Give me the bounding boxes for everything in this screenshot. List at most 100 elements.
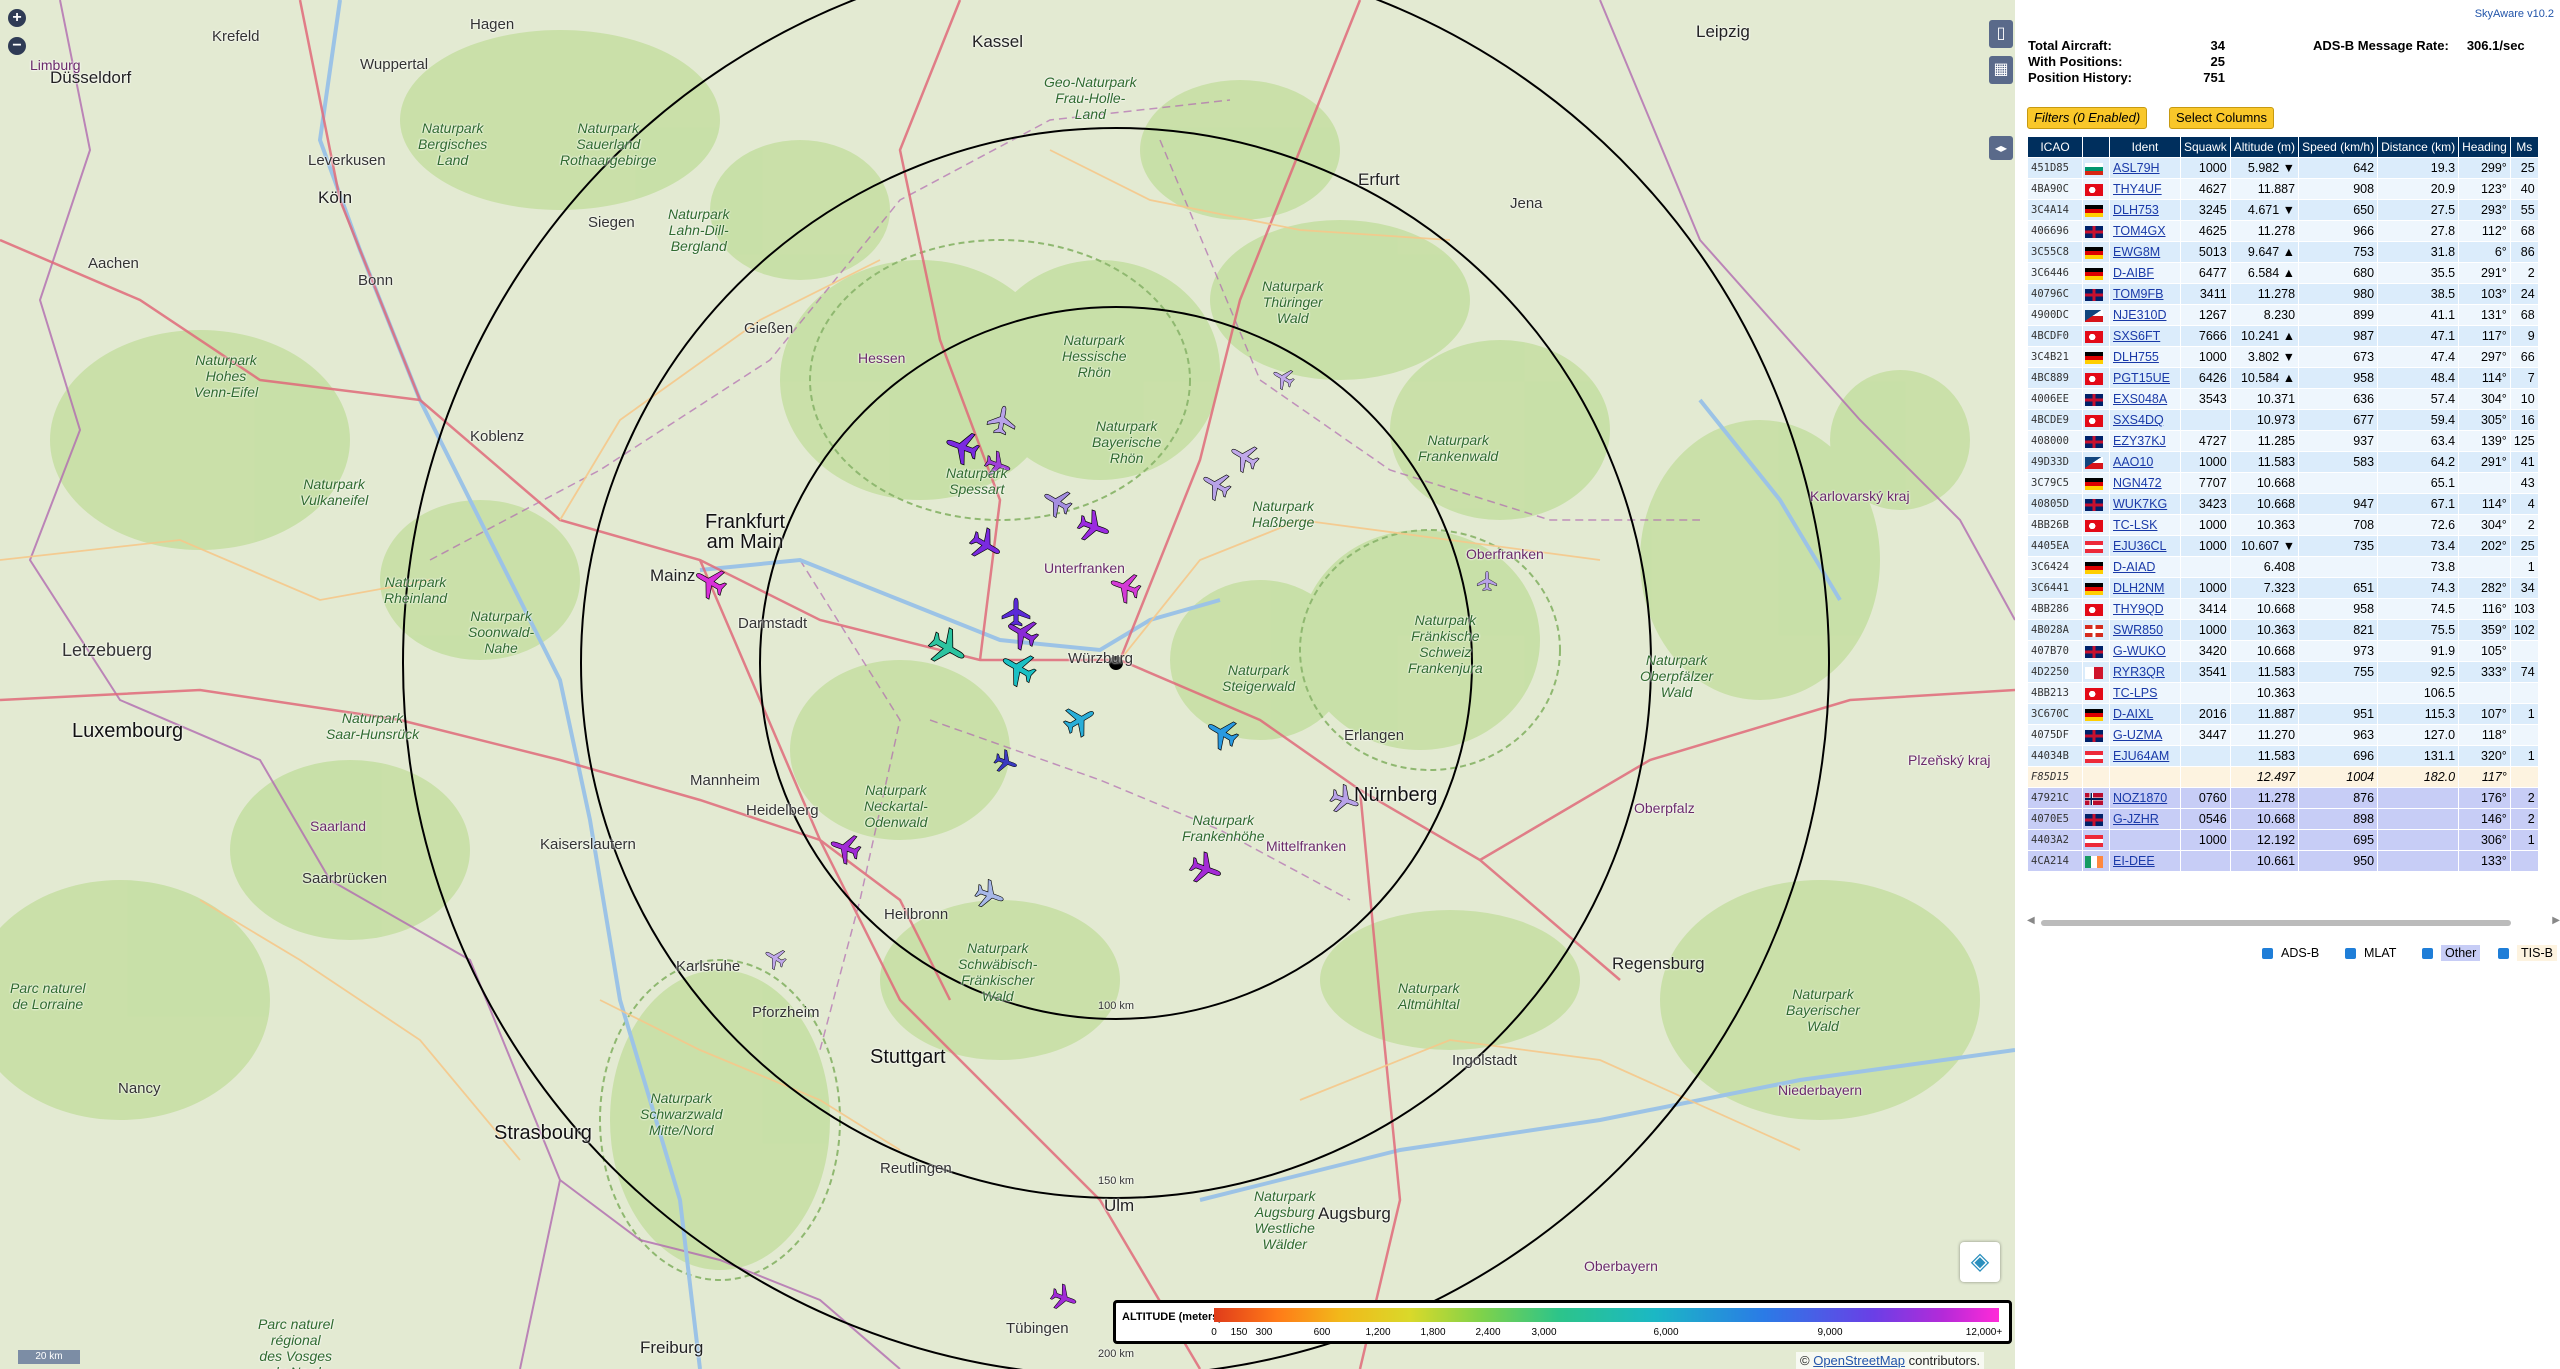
table-row[interactable]: 4D2250 RYR3QR 3541 11.583 755 92.5 333° 74	[2028, 662, 2538, 682]
aircraft-ident-link[interactable]: THY4UF	[2113, 182, 2162, 196]
aircraft-icao: 40805D	[2028, 494, 2082, 514]
table-row[interactable]: 4BCDE9 SXS4DQ 10.973 677 59.4 305° 16	[2028, 410, 2538, 430]
aircraft-ident-link[interactable]: SWR850	[2113, 623, 2163, 637]
table-row[interactable]: 4070E5 G-JZHR 0546 10.668 898 146° 2	[2028, 809, 2538, 829]
table-row[interactable]: 3C6446 D-AIBF 6477 6.584 ▲ 680 35.5 291° 2	[2028, 263, 2538, 283]
table-row[interactable]: 4006EE EXS048A 3543 10.371 636 57.4 304° 10	[2028, 389, 2538, 409]
table-row[interactable]: 3C670C D-AIXL 2016 11.887 951 115.3 107° 1	[2028, 704, 2538, 724]
table-row[interactable]: 4BA90C THY4UF 4627 11.887 908 20.9 123° 40	[2028, 179, 2538, 199]
column-header-altitude[interactable]: Altitude (m)	[2230, 137, 2299, 157]
source-legend-mlat[interactable]: MLAT	[2345, 946, 2396, 960]
table-row[interactable]: 3C55C8 EWG8M 5013 9.647 ▲ 753 31.8 6° 86	[2028, 242, 2538, 262]
aircraft-heading: 291°	[2459, 452, 2510, 472]
aircraft-ident-link[interactable]: TC-LSK	[2113, 518, 2157, 532]
column-header-messages[interactable]: Ms	[2510, 137, 2538, 157]
aircraft-ident-link[interactable]: D-AIAD	[2113, 560, 2155, 574]
table-row[interactable]: 407B70 G-WUKO 3420 10.668 973 91.9 105°	[2028, 641, 2538, 661]
expand-sidebar-icon[interactable]: ◂▸	[1989, 136, 2013, 160]
column-header-flag[interactable]	[2083, 137, 2109, 157]
aircraft-ident-link[interactable]: EZY37KJ	[2113, 434, 2166, 448]
aircraft-ident-link[interactable]: G-WUKO	[2113, 644, 2166, 658]
column-header-speed[interactable]: Speed (km/h)	[2299, 137, 2378, 157]
column-header-heading[interactable]: Heading	[2459, 137, 2510, 157]
aircraft-ident-link[interactable]: EWG8M	[2113, 245, 2160, 259]
aircraft-ident-link[interactable]: EJU36CL	[2113, 539, 2167, 553]
table-row[interactable]: 44034B EJU64AM 11.583 696 131.1 320° 1	[2028, 746, 2538, 766]
aircraft-ident-link[interactable]: NGN472	[2113, 476, 2162, 490]
aircraft-ident-link[interactable]: SXS4DQ	[2113, 413, 2164, 427]
table-row[interactable]: 4BCDF0 SXS6FT 7666 10.241 ▲ 987 47.1 117° 9	[2028, 326, 2538, 346]
table-row[interactable]: 406696 TOM4GX 4625 11.278 966 27.8 112° 68	[2028, 221, 2538, 241]
layers-icon[interactable]: ◈	[1960, 1242, 2000, 1282]
map-type-icon[interactable]: ▯	[1989, 20, 2013, 48]
aircraft-ident-link[interactable]: NOZ1870	[2113, 791, 2167, 805]
column-header-distance[interactable]: Distance (km)	[2378, 137, 2459, 157]
table-row[interactable]: 4BB213 TC-LPS 10.363 106.5	[2028, 683, 2538, 703]
table-row[interactable]: 4900DC NJE310D 1267 8.230 899 41.1 131° 68	[2028, 305, 2538, 325]
aircraft-ident-link[interactable]: TOM4GX	[2113, 224, 2166, 238]
aircraft-ident-link[interactable]: ASL79H	[2113, 161, 2160, 175]
aircraft-speed: 958	[2299, 368, 2378, 388]
aircraft-ident: G-UZMA	[2110, 725, 2180, 745]
table-row[interactable]: 4BB286 THY9QD 3414 10.668 958 74.5 116° 103	[2028, 599, 2538, 619]
aircraft-ident-link[interactable]: EJU64AM	[2113, 749, 2169, 763]
table-row[interactable]: 3C6424 D-AIAD 6.408 73.8 1	[2028, 557, 2538, 577]
aircraft-ident-link[interactable]: EXS048A	[2113, 392, 2167, 406]
table-row[interactable]: 451D85 ASL79H 1000 5.982 ▼ 642 19.3 299° 25	[2028, 158, 2538, 178]
table-row[interactable]: 49D33D AAO10 1000 11.583 583 64.2 291° 41	[2028, 452, 2538, 472]
aircraft-ident-link[interactable]: TC-LPS	[2113, 686, 2157, 700]
aircraft-ident-link[interactable]: DLH755	[2113, 350, 2159, 364]
aircraft-ident-link[interactable]: D-AIXL	[2113, 707, 2153, 721]
aircraft-table-container[interactable]: ICAO Ident Squawk Altitude (m) Speed (km…	[2027, 136, 2560, 916]
aircraft-ident-link[interactable]: TOM9FB	[2113, 287, 2163, 301]
table-row[interactable]: 3C4B21 DLH755 1000 3.802 ▼ 673 47.4 297° 66	[2028, 347, 2538, 367]
zoom-in-button[interactable]: +	[8, 9, 26, 27]
app-version[interactable]: SkyAware v10.2	[2475, 8, 2554, 20]
aircraft-ident-link[interactable]: AAO10	[2113, 455, 2153, 469]
aircraft-ident-link[interactable]: SXS6FT	[2113, 329, 2160, 343]
column-header-icao[interactable]: ICAO	[2028, 137, 2082, 157]
table-row[interactable]: 3C6441 DLH2NM 1000 7.323 651 74.3 282° 34	[2028, 578, 2538, 598]
aircraft-ident-link[interactable]: G-JZHR	[2113, 812, 2159, 826]
table-row[interactable]: 47921C NOZ1870 0760 11.278 876 176° 2	[2028, 788, 2538, 808]
table-row[interactable]: 408000 EZY37KJ 4727 11.285 937 63.4 139° 125	[2028, 431, 2538, 451]
filters-button[interactable]: Filters (0 Enabled)	[2027, 107, 2148, 129]
source-legend-other[interactable]: Other	[2422, 945, 2481, 961]
table-row[interactable]: 4BC889 PGT15UE 6426 10.584 ▲ 958 48.4 114° 7	[2028, 368, 2538, 388]
aircraft-ident: ASL79H	[2110, 158, 2180, 178]
table-row[interactable]: 4BB26B TC-LSK 1000 10.363 708 72.6 304° 2	[2028, 515, 2538, 535]
scrollbar-thumb[interactable]	[2041, 920, 2511, 926]
table-row[interactable]: 40796C TOM9FB 3411 11.278 980 38.5 103° 24	[2028, 284, 2538, 304]
openstreetmap-link[interactable]: OpenStreetMap	[1813, 1353, 1905, 1368]
table-row[interactable]: 40805D WUK7KG 3423 10.668 947 67.1 114° 4	[2028, 494, 2538, 514]
map-view[interactable]: Düsseldorf Wuppertal Köln Bonn Koblenz F…	[0, 0, 2015, 1369]
table-row[interactable]: 3C4A14 DLH753 3245 4.671 ▼ 650 27.5 293° 55	[2028, 200, 2538, 220]
select-columns-button[interactable]: Select Columns	[2169, 107, 2275, 129]
table-horizontal-scrollbar[interactable]: ◀ ▶	[2027, 915, 2560, 928]
table-row[interactable]: 3C79C5 NGN472 7707 10.668 65.1 43	[2028, 473, 2538, 493]
aircraft-ident-link[interactable]: D-AIBF	[2113, 266, 2154, 280]
aircraft-ident-link[interactable]: THY9QD	[2113, 602, 2164, 616]
table-row[interactable]: F85D15 12.497 1004 182.0 117°	[2028, 767, 2538, 787]
aircraft-ident-link[interactable]: WUK7KG	[2113, 497, 2167, 511]
source-legend-tisb[interactable]: TIS-B	[2498, 945, 2557, 961]
grid-icon[interactable]: ▦	[1989, 56, 2013, 84]
zoom-out-button[interactable]: −	[8, 37, 26, 55]
column-header-squawk[interactable]: Squawk	[2181, 137, 2230, 157]
aircraft-speed: 735	[2299, 536, 2378, 556]
aircraft-ident-link[interactable]: G-UZMA	[2113, 728, 2162, 742]
table-row[interactable]: 4CA214 EI-DEE 10.661 950 133°	[2028, 851, 2538, 871]
aircraft-ident-link[interactable]: RYR3QR	[2113, 665, 2165, 679]
aircraft-ident-link[interactable]: PGT15UE	[2113, 371, 2170, 385]
map-label-city: Aachen	[88, 255, 139, 272]
aircraft-ident-link[interactable]: DLH2NM	[2113, 581, 2164, 595]
table-row[interactable]: 4405EA EJU36CL 1000 10.607 ▼ 735 73.4 202° 25	[2028, 536, 2538, 556]
aircraft-ident-link[interactable]: NJE310D	[2113, 308, 2167, 322]
source-legend-adsb[interactable]: ADS-B	[2262, 946, 2319, 960]
table-row[interactable]: 4403A2 1000 12.192 695 306° 1	[2028, 830, 2538, 850]
table-row[interactable]: 4075DF G-UZMA 3447 11.270 963 127.0 118°	[2028, 725, 2538, 745]
column-header-ident[interactable]: Ident	[2110, 137, 2180, 157]
aircraft-ident-link[interactable]: EI-DEE	[2113, 854, 2155, 868]
aircraft-ident-link[interactable]: DLH753	[2113, 203, 2159, 217]
table-row[interactable]: 4B028A SWR850 1000 10.363 821 75.5 359° 102	[2028, 620, 2538, 640]
